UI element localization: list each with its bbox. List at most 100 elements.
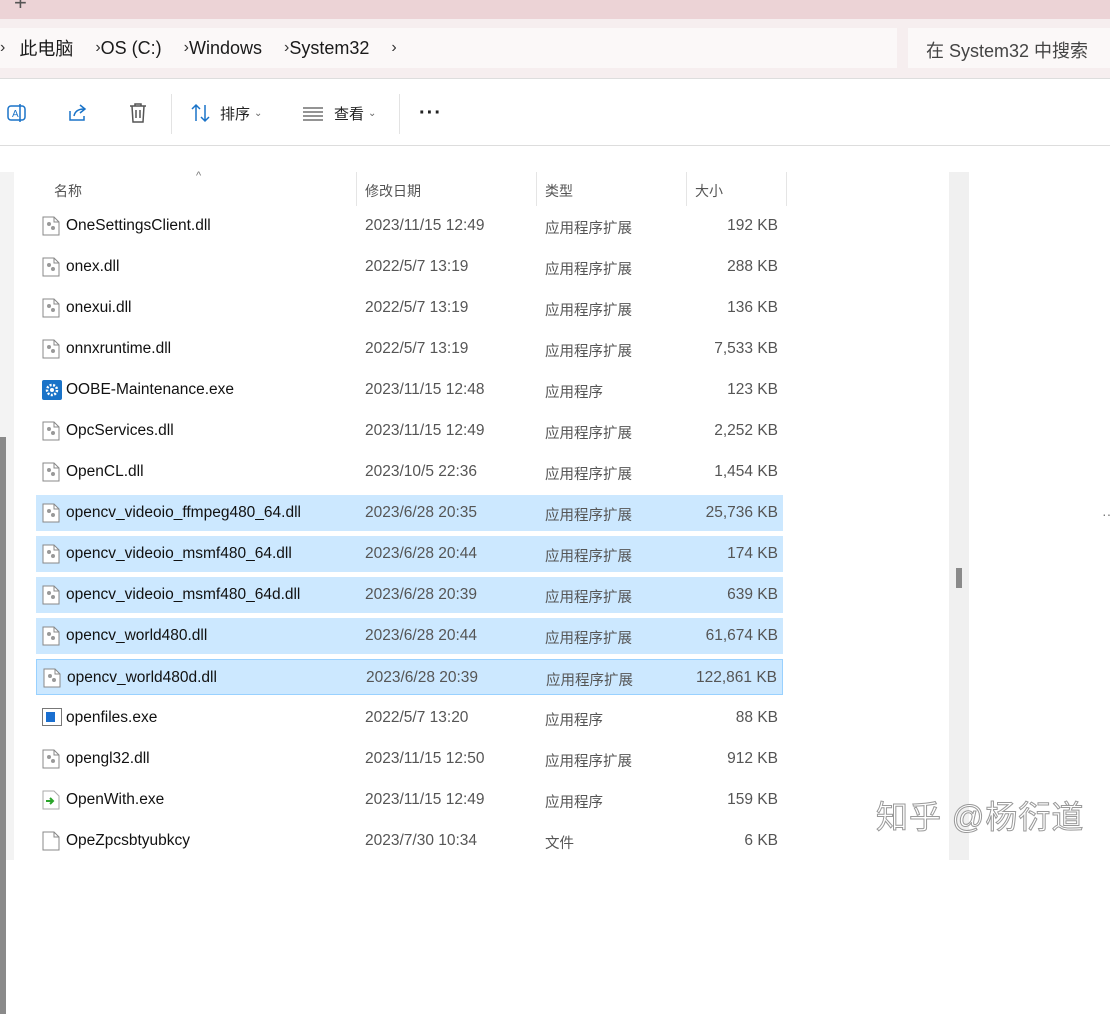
file-type: 应用程序扩展 — [545, 549, 632, 565]
file-type: 文件 — [545, 836, 574, 852]
file-date: 2023/11/15 12:49 — [365, 217, 485, 234]
file-row[interactable]: opencv_videoio_msmf480_64.dll 2023/6/28 … — [36, 536, 783, 572]
more-options-button[interactable]: ··· — [419, 100, 442, 126]
file-type: 应用程序扩展 — [545, 631, 632, 647]
dll-file-icon — [42, 421, 60, 441]
file-row[interactable]: onexui.dll 2022/5/7 13:19 应用程序扩展 136 KB — [36, 290, 783, 326]
dll-file-icon — [43, 668, 61, 688]
address-bar-area: › 此电脑 › OS (C:) › Windows › System32 › 在… — [0, 19, 1110, 79]
nav-scrollbar-thumb[interactable] — [0, 437, 6, 1014]
file-name: opencv_world480.dll — [66, 627, 208, 644]
file-date: 2023/6/28 20:39 — [366, 669, 479, 686]
file-type: 应用程序扩展 — [545, 221, 632, 237]
chevron-down-icon: ⌄ — [254, 107, 263, 119]
file-name: opencv_videoio_msmf480_64.dll — [66, 545, 292, 562]
file-size: 192 KB — [727, 217, 778, 234]
file-name: OpenWith.exe — [66, 791, 165, 808]
file-row[interactable]: OneSettingsClient.dll 2023/11/15 12:49 应… — [36, 208, 783, 244]
file-row[interactable]: OpenCL.dll 2023/10/5 22:36 应用程序扩展 1,454 … — [36, 454, 783, 490]
file-date: 2023/6/28 20:44 — [365, 545, 478, 562]
chevron-right-icon[interactable]: › — [0, 39, 5, 57]
file-date: 2023/10/5 22:36 — [365, 463, 478, 480]
file-row[interactable]: opencv_videoio_msmf480_64d.dll 2023/6/28… — [36, 577, 783, 613]
file-size: 61,674 KB — [705, 627, 778, 644]
breadcrumb-windows[interactable]: Windows — [189, 38, 262, 59]
column-header-size[interactable]: 大小 — [687, 172, 787, 206]
breadcrumb-this-pc[interactable]: 此电脑 — [19, 35, 73, 61]
file-size: 2,252 KB — [714, 422, 778, 439]
window-file-icon — [42, 708, 62, 728]
file-row[interactable]: OpeZpcsbtyubkcy 2023/7/30 10:34 文件 6 KB — [36, 823, 783, 859]
openwith-file-icon — [42, 790, 60, 810]
file-type: 应用程序扩展 — [545, 590, 632, 606]
dll-file-icon — [42, 503, 60, 523]
file-row[interactable]: opencv_videoio_ffmpeg480_64.dll 2023/6/2… — [36, 495, 783, 531]
file-name: onnxruntime.dll — [66, 340, 172, 357]
address-bar[interactable]: › 此电脑 › OS (C:) › Windows › System32 › — [0, 28, 897, 68]
sort-label: 排序 — [220, 105, 251, 123]
sort-button[interactable]: 排序 ⌄ — [190, 100, 262, 126]
rename-button[interactable]: A — [6, 100, 30, 126]
column-header-type[interactable]: 类型 — [537, 172, 687, 206]
file-row[interactable]: OOBE-Maintenance.exe 2023/11/15 12:48 应用… — [36, 372, 783, 408]
column-header-date[interactable]: 修改日期 — [357, 172, 537, 206]
file-row[interactable]: opengl32.dll 2023/11/15 12:50 应用程序扩展 912… — [36, 741, 783, 777]
file-name: onex.dll — [66, 258, 120, 275]
share-icon — [69, 104, 87, 121]
file-type: 应用程序扩展 — [545, 344, 632, 360]
file-size: 88 KB — [735, 709, 778, 726]
dll-file-icon — [42, 626, 60, 646]
file-row[interactable]: onex.dll 2022/5/7 13:19 应用程序扩展 288 KB — [36, 249, 783, 285]
search-input[interactable]: 在 System32 中搜索 — [908, 28, 1110, 68]
file-size: 288 KB — [727, 258, 778, 275]
file-date: 2023/11/15 12:48 — [365, 381, 485, 398]
view-button[interactable]: 查看 ⌄ — [302, 100, 376, 126]
file-row[interactable]: opencv_world480d.dll 2023/6/28 20:39 应用程… — [36, 659, 783, 695]
file-type: 应用程序扩展 — [545, 262, 632, 278]
trash-icon — [130, 103, 146, 123]
file-date: 2022/5/7 13:19 — [365, 299, 469, 316]
breadcrumb-system32[interactable]: System32 — [289, 38, 369, 59]
file-size: 7,533 KB — [714, 340, 778, 357]
chevron-down-icon: ⌄ — [368, 107, 377, 119]
file-date: 2023/7/30 10:34 — [365, 832, 478, 849]
file-row[interactable]: openfiles.exe 2022/5/7 13:20 应用程序 88 KB — [36, 700, 783, 736]
file-name: OpenCL.dll — [66, 463, 144, 480]
file-size: 136 KB — [727, 299, 778, 316]
command-bar: A 排序 ⌄ 查看 ⌄ ··· — [0, 80, 1110, 146]
breadcrumb-os-c[interactable]: OS (C:) — [101, 38, 162, 59]
file-row[interactable]: OpenWith.exe 2023/11/15 12:49 应用程序 159 K… — [36, 782, 783, 818]
file-name: opencv_videoio_ffmpeg480_64.dll — [66, 504, 301, 521]
dll-file-icon — [42, 544, 60, 564]
dll-file-icon — [42, 749, 60, 769]
file-size: 1,454 KB — [714, 463, 778, 480]
file-file-icon — [42, 831, 60, 851]
rename-icon: A — [7, 104, 26, 122]
chevron-right-icon[interactable]: › — [391, 39, 396, 57]
file-name: OOBE-Maintenance.exe — [66, 381, 235, 398]
file-type: 应用程序扩展 — [545, 426, 632, 442]
dll-file-icon — [42, 339, 60, 359]
file-date: 2023/11/15 12:50 — [365, 750, 485, 767]
file-date: 2023/6/28 20:44 — [365, 627, 478, 644]
file-type: 应用程序扩展 — [546, 673, 633, 689]
share-button[interactable] — [66, 100, 90, 126]
list-view-icon — [303, 107, 323, 121]
file-date: 2022/5/7 13:19 — [365, 340, 469, 357]
file-size: 639 KB — [727, 586, 778, 603]
column-header-name[interactable]: 名称 ^ — [46, 170, 357, 206]
file-size: 122,861 KB — [695, 669, 777, 686]
file-name: OpcServices.dll — [66, 422, 174, 439]
vertical-scrollbar[interactable] — [949, 172, 969, 860]
details-pane-edge: ·· — [1102, 506, 1110, 522]
divider — [399, 94, 400, 134]
sort-icon — [191, 103, 210, 123]
file-row[interactable]: opencv_world480.dll 2023/6/28 20:44 应用程序… — [36, 618, 783, 654]
delete-button[interactable] — [127, 100, 149, 126]
file-name: openfiles.exe — [66, 709, 158, 726]
scrollbar-thumb[interactable] — [956, 568, 962, 588]
file-row[interactable]: OpcServices.dll 2023/11/15 12:49 应用程序扩展 … — [36, 413, 783, 449]
file-size: 123 KB — [727, 381, 778, 398]
new-tab-icon[interactable]: + — [14, 0, 27, 16]
file-row[interactable]: onnxruntime.dll 2022/5/7 13:19 应用程序扩展 7,… — [36, 331, 783, 367]
